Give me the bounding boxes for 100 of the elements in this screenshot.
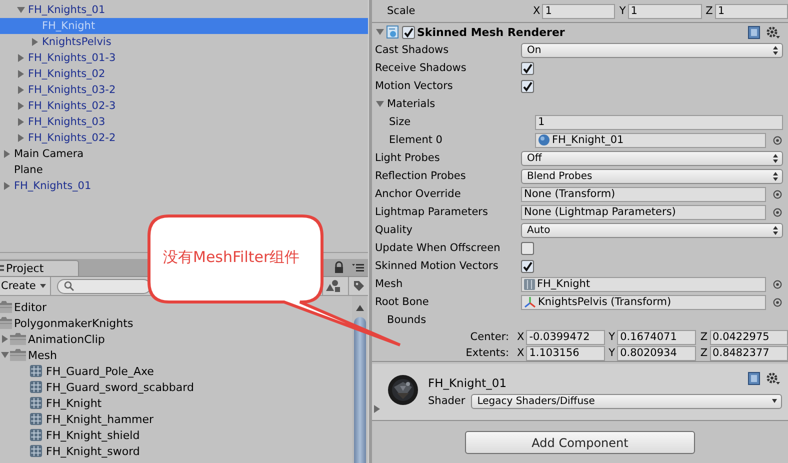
enabled-checkbox[interactable] [402, 26, 415, 38]
axis-label: Y [608, 347, 616, 359]
hierarchy-item[interactable]: FH_Knights_02 [28, 68, 106, 80]
hierarchy-item[interactable]: FH_Knights_02-3 [28, 100, 116, 112]
input-field[interactable]: 1 [535, 114, 783, 130]
axis-label: X [533, 5, 540, 17]
asset-item[interactable]: FH_Knight_shield [46, 428, 140, 442]
asset-item[interactable]: FH_Knight_hammer [46, 412, 154, 426]
updown-arrow-icon [773, 226, 778, 234]
hierarchy-item[interactable]: KnightsPelvis [42, 36, 112, 48]
number-field[interactable]: 1 [542, 4, 616, 18]
hierarchy-item[interactable]: FH_Knights_03 [28, 116, 106, 128]
asset-item[interactable]: Editor [14, 300, 47, 314]
property-label: Shader [428, 395, 466, 407]
object-field[interactable]: None (Transform) [521, 186, 766, 202]
asset-item[interactable]: Mesh [28, 348, 57, 362]
component-title: Skinned Mesh Renderer [417, 26, 565, 38]
asset-item[interactable]: AnimationClip [28, 332, 105, 346]
property-label: Lightmap Parameters [375, 206, 488, 218]
axis-label: Y [619, 5, 626, 17]
axes-icon [524, 296, 536, 308]
number-field[interactable]: -0.0399472 [526, 330, 605, 344]
checkbox[interactable] [521, 260, 534, 272]
lock-icon [334, 261, 344, 273]
mesh-icon [30, 397, 42, 409]
property-label: Size [389, 116, 411, 128]
asset-item[interactable]: PolygonmakerKnights [14, 316, 134, 330]
filter-type-button[interactable] [322, 277, 342, 295]
property-label: Light Probes [375, 152, 440, 164]
number-field[interactable]: 1 [628, 4, 702, 18]
dropdown[interactable]: Off [521, 150, 783, 166]
checkbox[interactable] [521, 80, 534, 92]
number-field[interactable]: 0.1674071 [617, 330, 696, 344]
hierarchy-item[interactable]: FH_Knights_02-2 [28, 132, 116, 144]
property-label: Receive Shadows [375, 62, 466, 74]
add-component-button[interactable]: Add Component [465, 431, 695, 454]
property-label: Motion Vectors [375, 80, 453, 92]
axis-label: X [517, 331, 524, 343]
caret-icon [40, 284, 46, 288]
dropdown[interactable]: Auto [521, 222, 783, 238]
scrollbar[interactable] [352, 296, 367, 463]
help-book-icon [748, 26, 760, 38]
number-field[interactable]: 1 [714, 4, 788, 18]
asset-item[interactable]: FH_Knight [46, 396, 102, 410]
object-field[interactable]: FH_Knight [521, 276, 766, 292]
property-label: Element 0 [389, 134, 442, 146]
callout-text: 没有MeshFilter组件 [163, 248, 300, 267]
mesh-icon [30, 429, 42, 441]
property-label: Cast Shadows [375, 44, 449, 56]
folder-icon [0, 317, 12, 329]
project-tab[interactable]: Project [0, 260, 79, 276]
folder-icon [10, 349, 26, 361]
mesh-icon [30, 413, 42, 425]
mesh-icon [524, 278, 535, 290]
folder-icon [0, 301, 12, 313]
hierarchy-item[interactable]: FH_Knights_01-3 [28, 52, 116, 64]
tag-icon [352, 280, 364, 292]
axis-label: Z [700, 331, 708, 343]
checkbox[interactable] [521, 62, 534, 74]
object-field[interactable]: None (Lightmap Parameters) [521, 204, 766, 220]
updown-arrow-icon [773, 46, 778, 54]
property-label: Center: [469, 331, 510, 343]
property-label: Scale [387, 5, 416, 17]
number-field[interactable]: 0.8020934 [617, 346, 696, 360]
folder-icon [10, 333, 26, 345]
caret-icon [772, 399, 777, 403]
number-field[interactable]: 0.0422975 [710, 330, 788, 344]
search-field[interactable] [56, 278, 151, 294]
hierarchy-item[interactable]: FH_Knights_01 [28, 4, 106, 16]
property-label: Root Bone [375, 296, 429, 308]
property-label: Bounds [387, 314, 426, 326]
property-label: Extents: [464, 347, 510, 359]
shader-dropdown[interactable]: Legacy Shaders/Diffuse [471, 394, 782, 408]
number-field[interactable]: 1.103156 [526, 346, 605, 360]
axis-label: Z [706, 5, 713, 17]
asset-item[interactable]: FH_Guard_Pole_Axe [46, 364, 154, 378]
material-name: FH_Knight_01 [428, 376, 507, 390]
shapes-icon [326, 280, 340, 292]
dropdown[interactable]: Blend Probes [521, 168, 783, 184]
object-picker-icon [773, 136, 782, 144]
updown-arrow-icon [773, 154, 778, 162]
dropdown[interactable]: On [521, 42, 783, 58]
settings-icon [766, 372, 780, 385]
hierarchy-item[interactable]: Main Camera [14, 148, 84, 160]
asset-item[interactable]: FH_Guard_sword_scabbard [46, 380, 194, 394]
hierarchy-item[interactable]: FH_Knights_01 [14, 180, 92, 192]
checkbox[interactable] [521, 242, 534, 254]
axis-label: Y [608, 331, 616, 343]
axis-label: X [517, 347, 524, 359]
hierarchy-item[interactable]: Plane [14, 164, 43, 176]
create-button[interactable]: Create [0, 277, 51, 295]
asset-item[interactable]: FH_Knight_sword [46, 444, 140, 458]
hierarchy-item[interactable]: FH_Knights_03-2 [28, 84, 116, 96]
object-field[interactable]: FH_Knight_01 [535, 132, 766, 148]
updown-arrow-icon [773, 172, 778, 180]
renderer-icon [386, 25, 400, 39]
object-field[interactable]: KnightsPelvis (Transform) [521, 294, 766, 310]
property-label: Anchor Override [375, 188, 461, 200]
number-field[interactable]: 0.8482377 [710, 346, 788, 360]
mesh-icon [30, 445, 42, 457]
